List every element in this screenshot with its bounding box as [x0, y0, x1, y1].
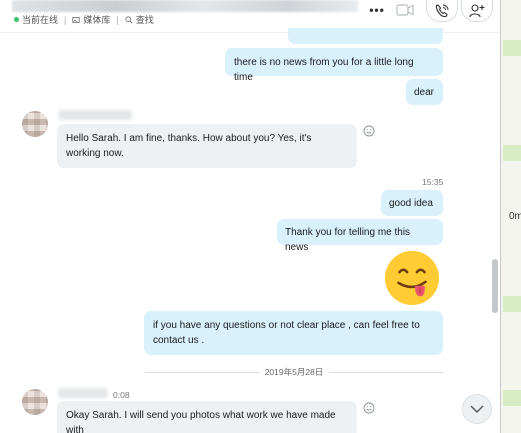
message-outgoing[interactable]: good idea: [381, 190, 443, 216]
message-text: there is no news from you for a little l…: [234, 57, 414, 83]
smiley-react-icon[interactable]: [363, 402, 375, 414]
add-participant-button[interactable]: [461, 0, 493, 22]
scroll-to-bottom-button[interactable]: [462, 394, 492, 424]
message-outgoing[interactable]: Thank you for telling me this news: [277, 219, 443, 253]
tongue-out-emoji[interactable]: [383, 249, 441, 307]
message-incoming[interactable]: Okay Sarah. I will send you photos what …: [57, 401, 357, 433]
gallery-icon: [72, 16, 80, 23]
avatar[interactable]: [22, 389, 48, 415]
message-incoming[interactable]: Hello Sarah. I am fine, thanks. How abou…: [57, 124, 357, 168]
message-text: dear: [414, 87, 435, 98]
phone-call-icon: [435, 3, 449, 17]
separator: |: [116, 14, 119, 25]
message-outgoing[interactable]: if you have any questions or not clear p…: [144, 311, 443, 355]
edge-highlight: [503, 296, 521, 312]
contact-name-blurred: [12, 0, 358, 12]
sender-name-blurred: [58, 388, 108, 398]
message-text: Hello Sarah. I am fine, thanks. How abou…: [66, 133, 312, 159]
message-outgoing[interactable]: there is no news from you for a little l…: [225, 48, 443, 83]
search-label: 查找: [135, 15, 154, 25]
status-row: 当前在线 | 媒体库 | 查找: [14, 13, 154, 26]
edge-highlight: [503, 40, 521, 56]
message-bubble-partial[interactable]: [288, 28, 443, 44]
scrollbar-thumb[interactable]: [492, 259, 498, 313]
media-gallery-label: 媒体库: [83, 15, 111, 25]
date-label: 2019年5月28日: [258, 367, 330, 377]
separator: |: [64, 14, 67, 25]
more-icon: •••: [369, 3, 385, 17]
message-text: if you have any questions or not clear p…: [153, 320, 420, 346]
edge-highlight: [503, 390, 521, 406]
chat-scrollbar[interactable]: [492, 36, 498, 433]
message-outgoing[interactable]: dear: [406, 79, 443, 105]
message-timestamp: 15:35: [422, 177, 444, 187]
edge-highlight: [503, 145, 521, 161]
add-person-icon: [469, 3, 485, 17]
video-call-button[interactable]: [391, 0, 419, 20]
smiley-react-icon[interactable]: [363, 125, 375, 137]
sender-name-blurred: [58, 110, 132, 120]
media-gallery-link[interactable]: 媒体库: [72, 13, 110, 26]
edge-text-fragment: 0m: [509, 211, 521, 222]
audio-call-button[interactable]: [426, 0, 458, 22]
date-divider: 2019年5月28日: [145, 365, 443, 379]
more-options-button[interactable]: •••: [363, 0, 391, 20]
avatar[interactable]: [22, 111, 48, 137]
message-text: good idea: [389, 198, 433, 209]
chevron-down-icon: [470, 405, 484, 413]
online-status-icon: [14, 17, 19, 22]
message-timestamp: 0:08: [113, 390, 130, 400]
video-camera-icon: [396, 4, 414, 16]
online-status-label: 当前在线: [22, 15, 59, 25]
message-text: Okay Sarah. I will send you photos what …: [66, 410, 336, 433]
search-icon: [125, 15, 133, 23]
search-link[interactable]: 查找: [125, 13, 154, 26]
adjacent-window-edge: 0m: [500, 0, 521, 433]
